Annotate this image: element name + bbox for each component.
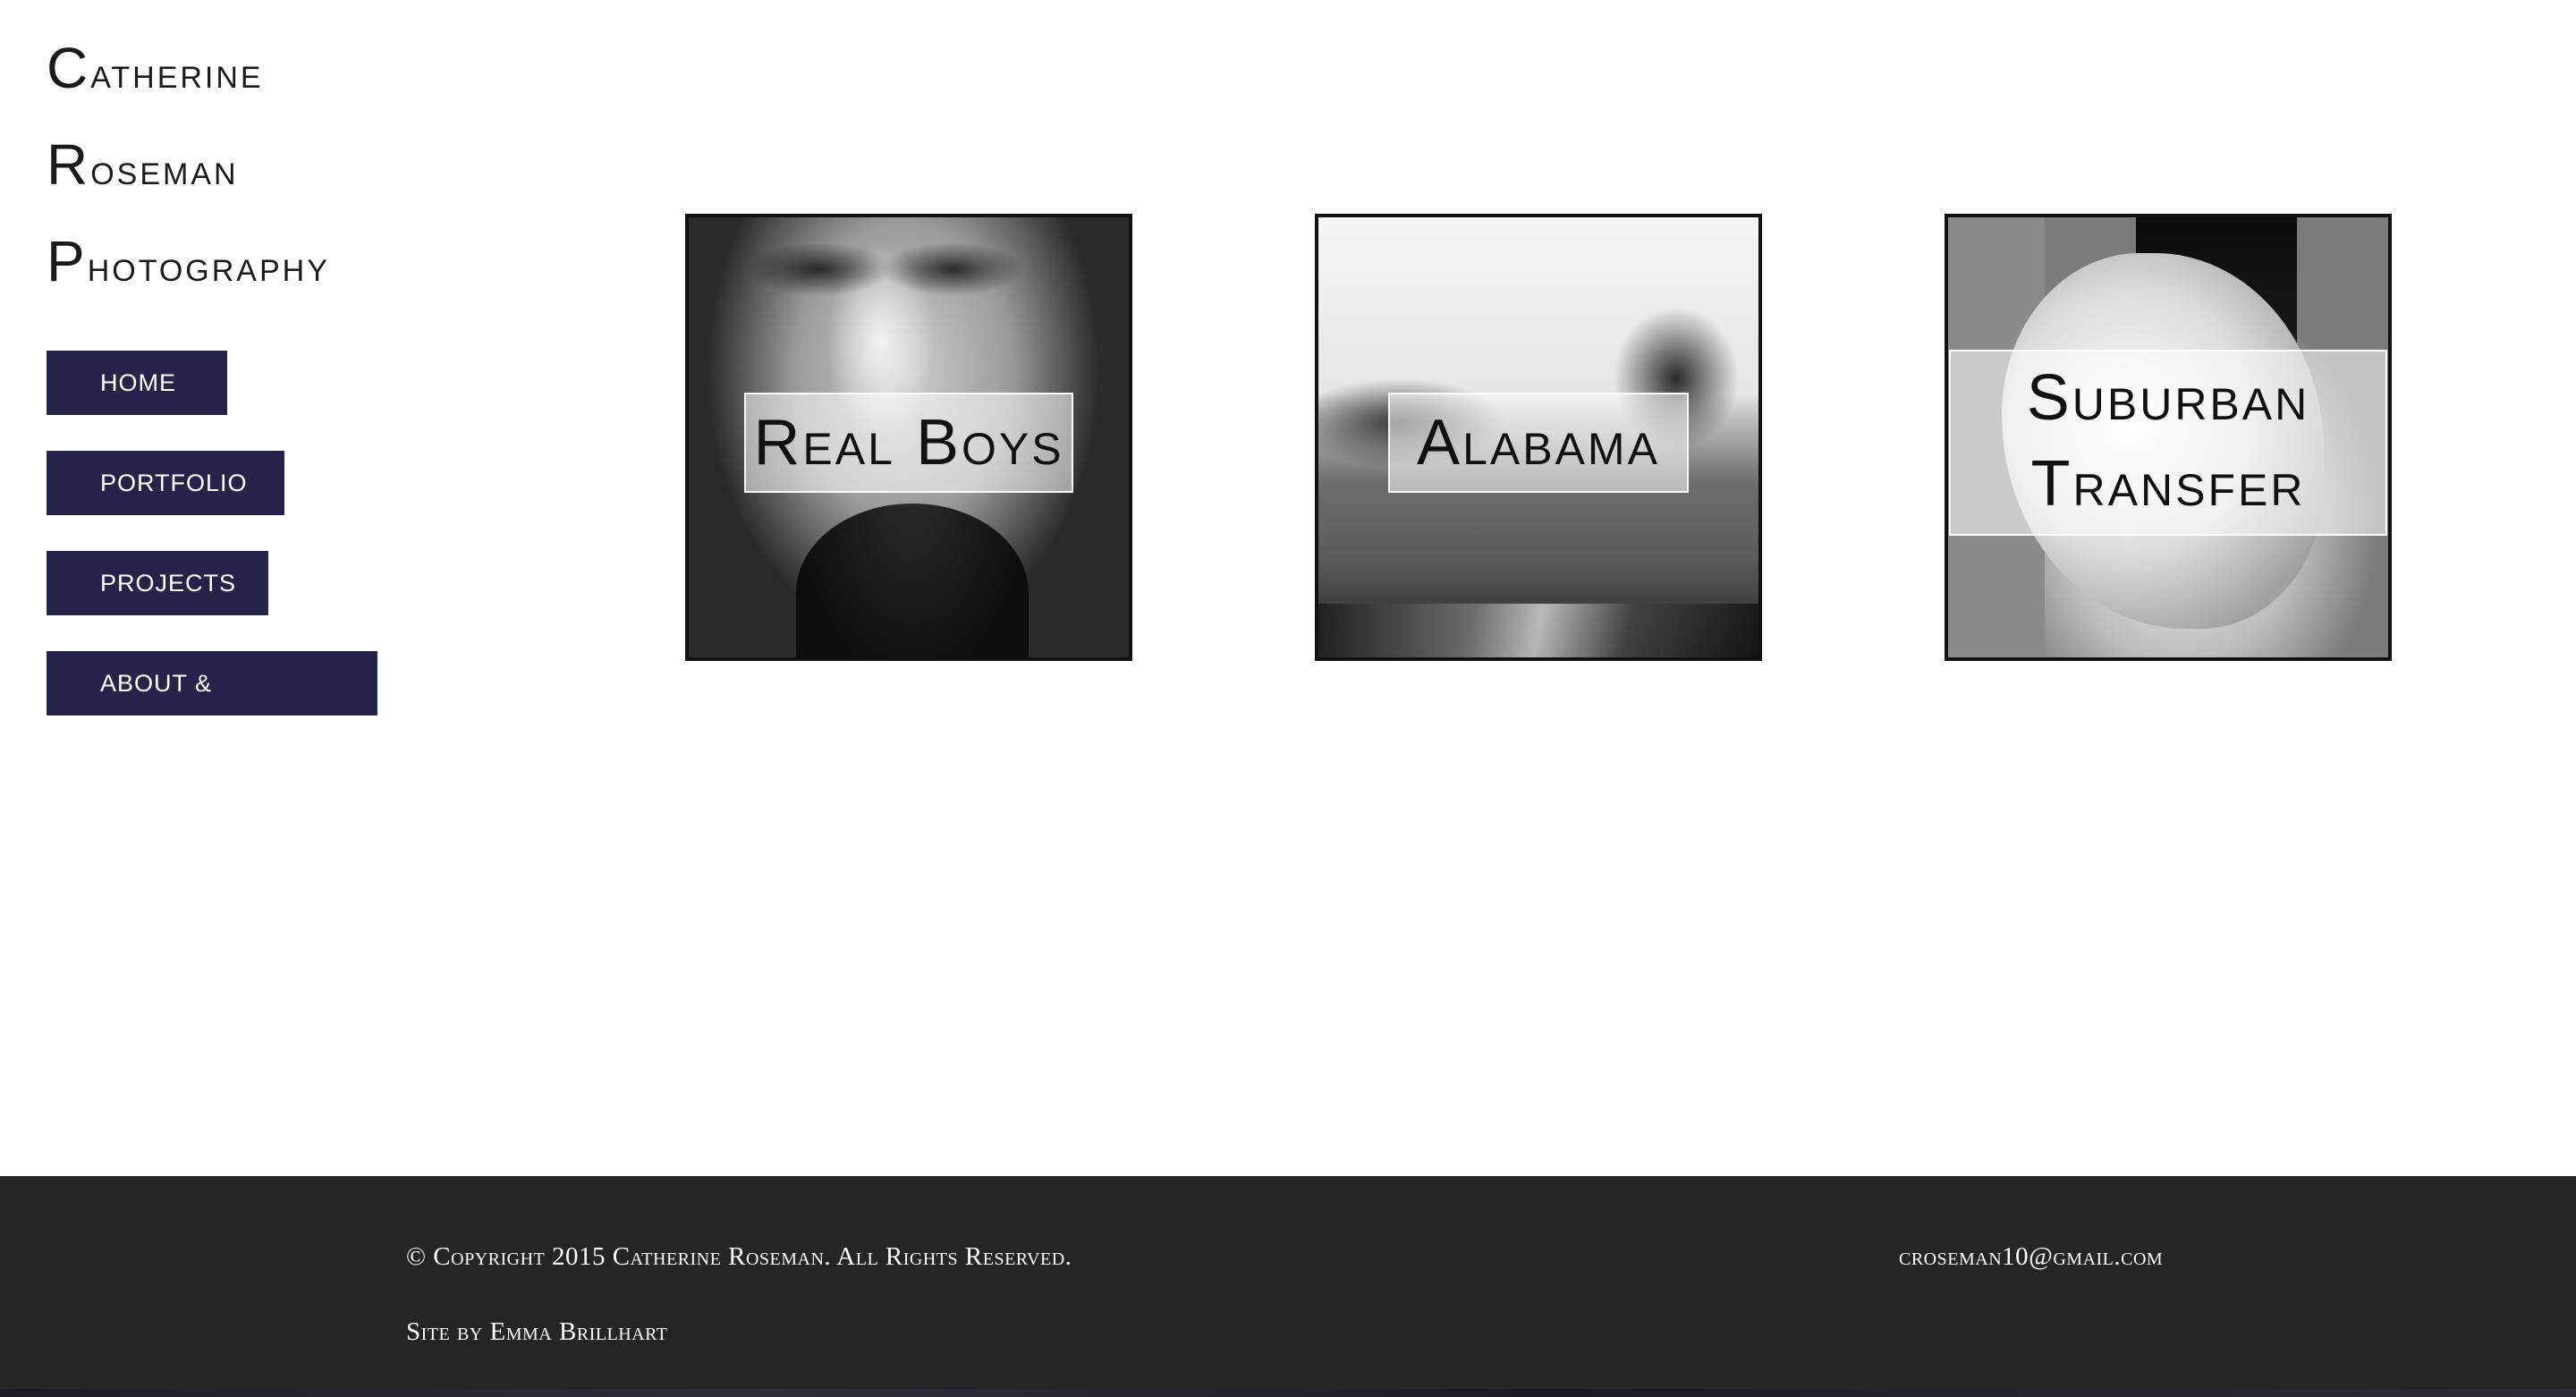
- email-link[interactable]: croseman10@gmail.com: [1899, 1242, 2163, 1272]
- nav-projects-button[interactable]: PROJECTS: [47, 551, 268, 615]
- project-title: Alabama: [1388, 393, 1689, 493]
- site-credit-text: Site by Emma Brillhart: [406, 1317, 668, 1346]
- main-navigation: HOME PORTFOLIO PROJECTS ABOUT & CONTACT: [47, 351, 377, 761]
- project-tile-real-boys[interactable]: Real Boys: [685, 214, 1132, 661]
- nav-about-contact-button[interactable]: ABOUT & CONTACT: [47, 651, 377, 761]
- project-title: Suburban Transfer: [1949, 350, 2387, 536]
- site-title: Catherine Roseman Photography: [47, 25, 330, 315]
- site-title-line-1: Catherine: [47, 36, 264, 100]
- nav-home-button[interactable]: HOME: [47, 351, 227, 415]
- site-title-line-3: Photography: [47, 229, 330, 293]
- copyright-text: © Copyright 2015 Catherine Roseman. All …: [406, 1242, 1072, 1271]
- project-tile-alabama[interactable]: Alabama: [1315, 214, 1762, 661]
- site-title-line-2: Roseman: [47, 132, 239, 197]
- nav-portfolio-button[interactable]: PORTFOLIO: [47, 451, 284, 515]
- project-tile-suburban-transfer[interactable]: Suburban Transfer: [1945, 214, 2392, 661]
- site-footer: © Copyright 2015 Catherine Roseman. All …: [0, 1176, 2576, 1397]
- project-title: Real Boys: [744, 393, 1073, 493]
